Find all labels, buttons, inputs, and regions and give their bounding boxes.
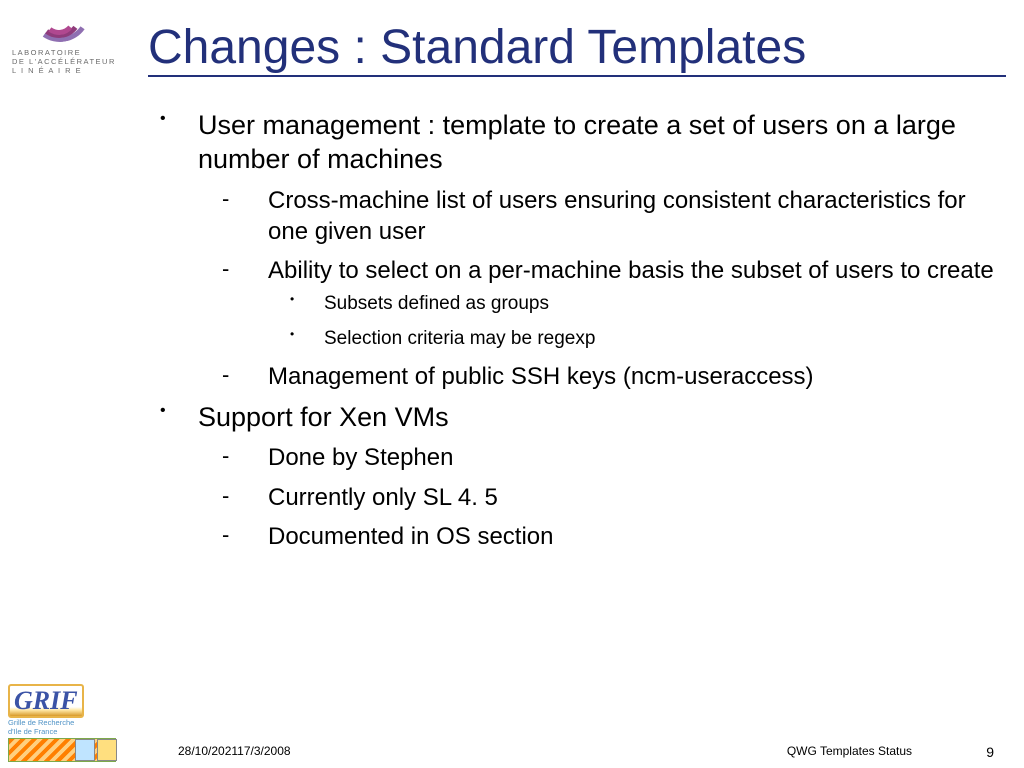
partner-strip-icon bbox=[8, 738, 116, 762]
sub-text: Documented in OS section bbox=[268, 523, 553, 550]
sub-ssh-keys: Management of public SSH keys (ncm-usera… bbox=[198, 361, 996, 392]
lal-line3: L I N É A I R E bbox=[12, 66, 132, 75]
sub-ability-select: Ability to select on a per-machine basis… bbox=[198, 255, 996, 352]
sub-text: Currently only SL 4. 5 bbox=[268, 484, 498, 511]
sub-sl45: Currently only SL 4. 5 bbox=[198, 482, 996, 513]
sub-done-stephen: Done by Stephen bbox=[198, 442, 996, 473]
grif-logo: GRIF bbox=[8, 684, 84, 718]
bullet-text: User management : template to create a s… bbox=[198, 110, 956, 174]
subsub-text: Selection criteria may be regexp bbox=[324, 328, 595, 349]
slide-title: Changes : Standard Templates bbox=[148, 21, 806, 74]
footer-left-logos: GRIF Grille de Recherche d'Ile de France bbox=[8, 684, 128, 762]
subsub-regexp: Selection criteria may be regexp bbox=[268, 327, 996, 352]
sub-text: Management of public SSH keys (ncm-usera… bbox=[268, 363, 814, 390]
bullet-xen-vms: Support for Xen VMs Done by Stephen Curr… bbox=[138, 401, 996, 552]
subsub-text: Subsets defined as groups bbox=[324, 293, 549, 314]
lal-line2: DE L'ACCÉLÉRATEUR bbox=[12, 57, 132, 66]
sub-documented: Documented in OS section bbox=[198, 521, 996, 552]
sub-text: Ability to select on a per-machine basis… bbox=[268, 257, 994, 284]
slide: LABORATOIRE DE L'ACCÉLÉRATEUR L I N É A … bbox=[0, 0, 1024, 768]
partner-badges-icon bbox=[75, 739, 117, 761]
bullet-text: Support for Xen VMs bbox=[198, 402, 449, 432]
sub-cross-machine: Cross-machine list of users ensuring con… bbox=[198, 185, 996, 247]
title-row: Changes : Standard Templates bbox=[148, 20, 1006, 77]
lal-arcs-icon bbox=[30, 6, 110, 44]
badge-icon bbox=[75, 739, 95, 761]
slide-content: User management : template to create a s… bbox=[138, 109, 996, 552]
badge-icon bbox=[97, 739, 117, 761]
grif-sub2: d'Ile de France bbox=[8, 728, 128, 736]
lal-logo: LABORATOIRE DE L'ACCÉLÉRATEUR L I N É A … bbox=[12, 6, 132, 75]
sub-text: Done by Stephen bbox=[268, 444, 453, 471]
grif-sub1: Grille de Recherche bbox=[8, 719, 128, 727]
lal-logo-text: LABORATOIRE DE L'ACCÉLÉRATEUR L I N É A … bbox=[12, 48, 132, 75]
lal-line1: LABORATOIRE bbox=[12, 48, 132, 57]
sub-text: Cross-machine list of users ensuring con… bbox=[268, 187, 966, 245]
bullet-user-management: User management : template to create a s… bbox=[138, 109, 996, 393]
footer-page-number: 9 bbox=[986, 744, 994, 760]
footer-status: QWG Templates Status bbox=[787, 744, 912, 758]
footer-date: 28/10/202117/3/2008 bbox=[178, 744, 291, 758]
subsub-groups: Subsets defined as groups bbox=[268, 292, 996, 317]
